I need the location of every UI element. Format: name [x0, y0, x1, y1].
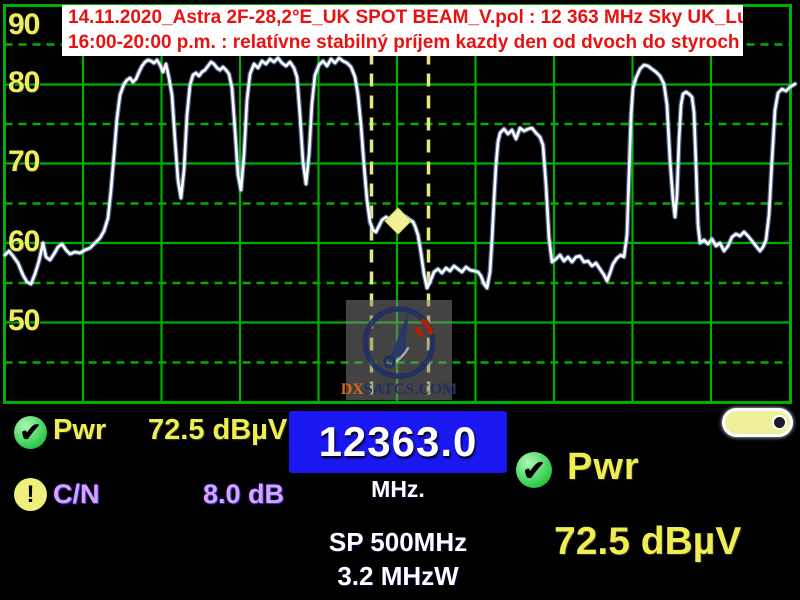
- watermark-text: DXSATCS.COM: [341, 381, 458, 399]
- y-axis-tick-80: 80: [8, 68, 39, 98]
- y-axis-tick-70: 70: [8, 147, 39, 177]
- cn-label: C/N: [53, 479, 100, 510]
- pwr-label: Pwr: [53, 414, 106, 447]
- spectrum-analyzer-screen: 90 80 70 60 50 14.11.2020_Astra 2F-28,2°…: [0, 0, 800, 600]
- pwr-value: 72.5 dBµV: [148, 414, 287, 447]
- y-axis-tick-60: 60: [8, 227, 39, 257]
- cn-warning-icon: !: [14, 478, 47, 511]
- battery-icon: [722, 408, 793, 437]
- frequency-value: 12363.0: [319, 418, 478, 466]
- marker-diamond: [385, 208, 411, 234]
- pwr-value-large: 72.5 dBµV: [554, 520, 741, 564]
- frequency-unit: MHz.: [289, 476, 507, 503]
- banner-line2: 16:00-20:00 p.m. : relatívne stabilný pr…: [68, 30, 737, 55]
- satellite-dish-logo-icon: [359, 301, 439, 381]
- battery-terminal: [772, 415, 787, 430]
- annotation-banner: 14.11.2020_Astra 2F-28,2°E_UK SPOT BEAM_…: [62, 5, 743, 56]
- y-axis-tick-90: 90: [8, 10, 39, 40]
- y-axis-tick-50: 50: [8, 306, 39, 336]
- cn-value: 8.0 dB: [203, 479, 284, 510]
- watermark-dx: DX: [341, 381, 364, 398]
- bandwidth-setting: 3.2 MHzW: [268, 561, 528, 592]
- dxsatcs-watermark: DXSATCS.COM: [346, 300, 452, 400]
- pwr-label-large: Pwr: [567, 446, 640, 489]
- frequency-display-box: 12363.0: [289, 411, 507, 473]
- span-setting: SP 500MHz: [268, 527, 528, 558]
- watermark-rest: SATCS.COM: [364, 381, 458, 398]
- pwr-ok-check-icon: ✔: [14, 416, 47, 449]
- pwr-ok-check-icon-large: ✔: [516, 452, 552, 488]
- banner-line1: 14.11.2020_Astra 2F-28,2°E_UK SPOT BEAM_…: [68, 5, 737, 30]
